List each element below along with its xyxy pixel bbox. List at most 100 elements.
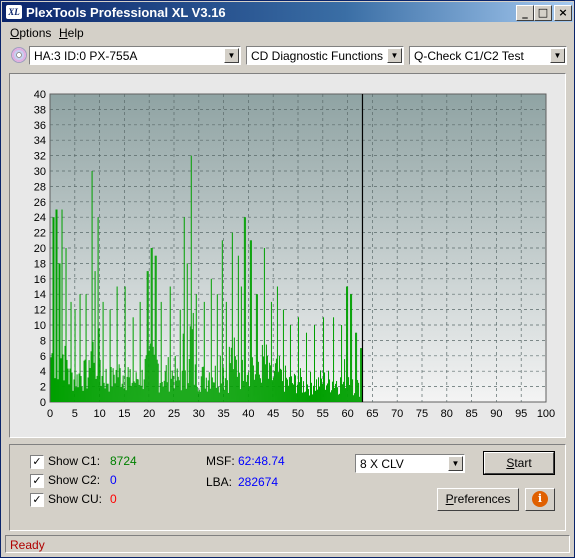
c1-bar: [346, 286, 348, 402]
c1-bar: [91, 171, 93, 402]
c1-bar: [358, 382, 360, 402]
preferences-button-accel: P: [445, 492, 454, 506]
c1-bar: [55, 209, 57, 402]
c1-bar: [252, 365, 254, 402]
c1-bar: [193, 384, 195, 402]
show-c1-checkbox[interactable]: ✓: [30, 455, 44, 469]
c1-bar: [127, 367, 129, 402]
c1-bar: [184, 370, 186, 402]
show-cu-label[interactable]: Show CU:: [48, 492, 102, 506]
c1-bar: [86, 388, 88, 402]
chart-panel: 0 2 4 6 8 10 12 14 16 18 20 22 24 26 28 30 32 34 36 38 40 0 5 1…: [9, 73, 566, 438]
c1-bar: [269, 365, 271, 402]
menu-help[interactable]: Help: [59, 26, 84, 40]
c1-bar: [142, 389, 144, 402]
c1-bar: [165, 365, 167, 402]
c1-bar: [169, 286, 171, 402]
c1-bar: [67, 368, 69, 402]
c1-bar: [84, 359, 86, 402]
c1-bar: [293, 373, 295, 402]
c1-bar: [354, 393, 356, 402]
y-tick-label: 2: [40, 382, 46, 394]
c1-bar: [111, 386, 113, 402]
menu-options[interactable]: Options: [10, 26, 51, 40]
c1-bar: [132, 317, 134, 402]
x-tick-label: 80: [441, 408, 453, 420]
show-c2-checkbox[interactable]: ✓: [30, 474, 44, 488]
chevron-down-icon[interactable]: ▼: [224, 48, 239, 63]
c1-bar: [199, 391, 201, 402]
info-icon: i: [532, 491, 548, 507]
c1-bar: [256, 294, 258, 402]
chevron-down-icon[interactable]: ▼: [387, 48, 402, 63]
y-tick-label: 14: [34, 289, 46, 301]
c1-bar: [341, 325, 343, 402]
c1-bar: [163, 380, 165, 402]
c1-bar: [327, 383, 329, 402]
c1-bar: [241, 359, 243, 402]
chevron-down-icon[interactable]: ▼: [550, 48, 565, 63]
c2-count: 0: [110, 473, 117, 487]
c1-bar: [81, 386, 83, 402]
c1-bar: [175, 380, 177, 402]
c1-bar: [355, 332, 357, 402]
c1-bar: [173, 388, 175, 402]
c1-bar: [275, 358, 277, 402]
c1-bar: [126, 376, 128, 402]
c1-bar: [317, 389, 319, 402]
close-button[interactable]: ×: [554, 5, 572, 21]
show-c2-label[interactable]: Show C2:: [48, 473, 100, 487]
c1-bar: [225, 301, 227, 402]
c1-bar: [312, 385, 314, 402]
start-button[interactable]: Start: [483, 451, 555, 475]
c1-bar: [159, 383, 161, 402]
c1-bar: [288, 377, 290, 402]
y-tick-label: 10: [34, 320, 46, 332]
menu-bar: Options Help: [2, 23, 573, 43]
c1-bar: [357, 380, 359, 402]
c1-bar: [314, 325, 316, 402]
c1-bar: [267, 378, 269, 402]
chevron-down-icon[interactable]: ▼: [448, 456, 463, 471]
y-tick-label: 28: [34, 181, 46, 193]
x-tick-label: 15: [118, 408, 130, 420]
show-cu-checkbox[interactable]: ✓: [30, 493, 44, 507]
c1-bar: [239, 389, 241, 402]
c1-bar: [112, 368, 114, 402]
c1-bar: [66, 359, 68, 402]
speed-select[interactable]: 8 X CLV ▼: [355, 454, 465, 473]
c1-bar: [228, 346, 230, 402]
function-select[interactable]: CD Diagnostic Functions ▼: [246, 46, 404, 65]
drive-select[interactable]: HA:3 ID:0 PX-755A ▼: [29, 46, 241, 65]
c1-bar: [63, 380, 65, 402]
show-c1-label[interactable]: Show C1:: [48, 454, 100, 468]
y-tick-label: 0: [40, 397, 46, 409]
c1-bar: [356, 332, 358, 402]
c1-bar: [76, 374, 78, 402]
c1-bar: [302, 381, 304, 402]
c1-bar: [231, 232, 233, 402]
c1-bar: [102, 301, 104, 402]
c1-bar: [108, 391, 110, 402]
c1-bar: [188, 359, 190, 402]
maximize-button[interactable]: □: [534, 5, 552, 21]
minimize-button[interactable]: _: [516, 5, 534, 21]
preferences-button[interactable]: Preferences: [437, 488, 519, 511]
info-button[interactable]: i: [525, 488, 555, 511]
c1-bar: [200, 376, 202, 402]
c1-bar: [136, 379, 138, 402]
c1-bar: [244, 217, 246, 402]
c1-bar: [359, 396, 361, 402]
c1-bar: [325, 389, 327, 402]
title-bar[interactable]: XL PlexTools Professional XL V3.16 _ □ ×: [2, 2, 573, 22]
c1-bar: [195, 294, 197, 402]
test-select[interactable]: Q-Check C1/C2 Test ▼: [409, 46, 567, 65]
stats-panel: ✓ Show C1: 8724 ✓ Show C2: 0 ✓ Show CU: …: [9, 444, 566, 531]
y-tick-label: 36: [34, 120, 46, 132]
c1-bar: [316, 379, 318, 402]
c1-bar: [320, 370, 322, 402]
c1-bar: [296, 384, 298, 402]
c1-bar: [217, 386, 219, 402]
y-tick-label: 18: [34, 258, 46, 270]
c1-bar: [213, 382, 215, 402]
